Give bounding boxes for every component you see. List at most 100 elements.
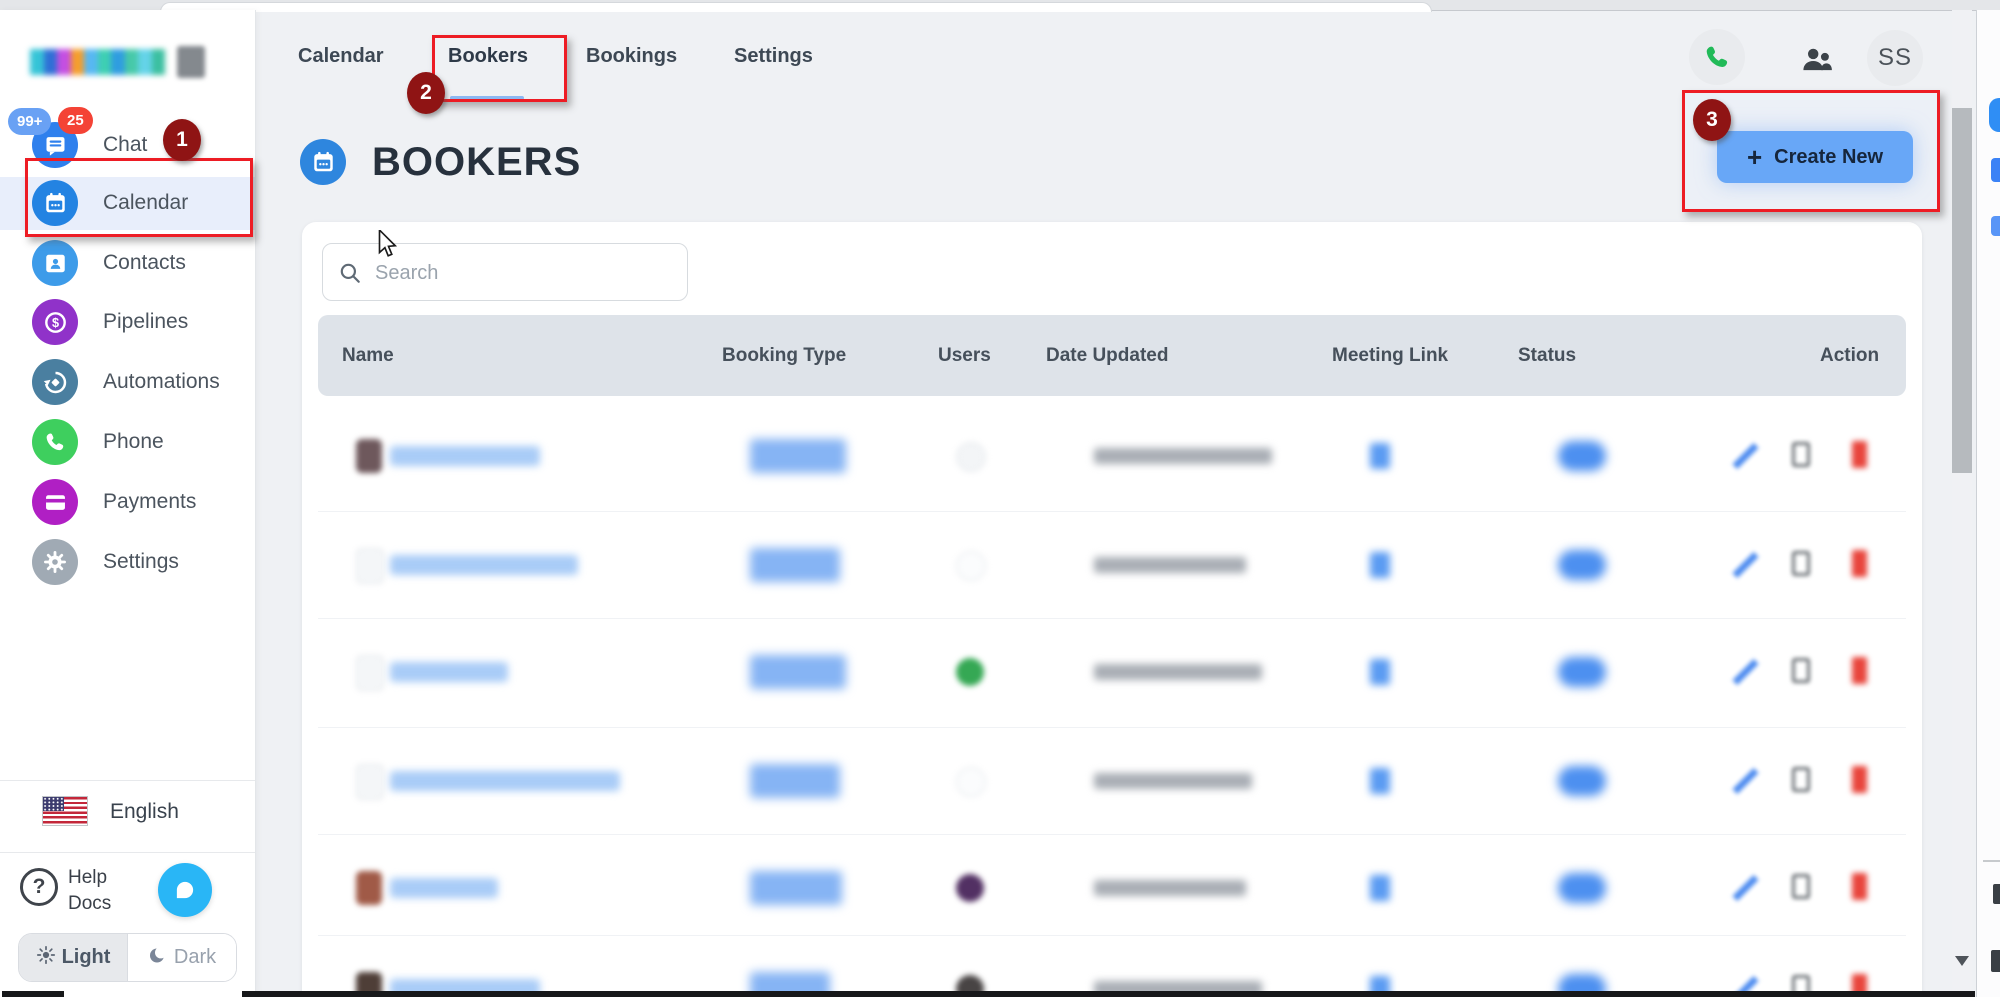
meeting-link-icon[interactable]	[1370, 443, 1390, 469]
sidebar-item-settings[interactable]: Settings	[0, 537, 255, 587]
duplicate-icon[interactable]	[1792, 767, 1810, 792]
dialer-button[interactable]	[1689, 29, 1745, 85]
sidebar-item-label: Phone	[103, 430, 164, 453]
status-toggle[interactable]	[1558, 441, 1606, 471]
meeting-link-icon[interactable]	[1370, 768, 1390, 794]
meeting-link-icon[interactable]	[1370, 552, 1390, 578]
column-header-booking-type: Booking Type	[722, 345, 847, 366]
delete-icon[interactable]	[1852, 441, 1867, 468]
edit-icon[interactable]	[1730, 657, 1760, 687]
tab-calendar[interactable]: Calendar	[298, 42, 384, 70]
duplicate-icon[interactable]	[1792, 551, 1810, 576]
edit-icon[interactable]	[1730, 873, 1760, 903]
users-icon	[1803, 48, 1832, 71]
app-logo-blurred	[30, 44, 205, 80]
chat-widget-bubble[interactable]	[158, 863, 212, 917]
window-edge-divider	[1983, 860, 2000, 862]
table-row	[318, 834, 1906, 942]
sidebar-item-payments[interactable]: Payments	[0, 477, 255, 527]
edit-icon[interactable]	[1730, 550, 1760, 580]
window-edge-fragment	[1991, 158, 2000, 182]
taskbar-edge	[242, 991, 1975, 997]
status-toggle[interactable]	[1558, 657, 1606, 687]
bookers-page-icon	[300, 139, 346, 185]
status-toggle[interactable]	[1558, 766, 1606, 796]
create-new-button[interactable]: + Create New	[1717, 131, 1913, 183]
divider	[0, 780, 255, 781]
sidebar-item-pipelines[interactable]: $ Pipelines	[0, 297, 255, 347]
sidebar-item-automations[interactable]: Automations	[0, 357, 255, 407]
redacted-booking-type	[750, 764, 840, 798]
window-edge-fragment	[1989, 98, 2000, 132]
status-toggle[interactable]	[1558, 873, 1606, 903]
scrollbar-thumb[interactable]	[1952, 108, 1972, 473]
edit-icon[interactable]	[1730, 441, 1760, 471]
delete-icon[interactable]	[1852, 766, 1867, 793]
redacted-name-link[interactable]	[390, 555, 578, 575]
language-selector[interactable]: English	[110, 797, 179, 827]
tab-bookings[interactable]: Bookings	[586, 42, 677, 70]
redacted-date-updated	[1094, 880, 1246, 896]
dollar-icon: $	[32, 299, 78, 345]
redacted-name-link[interactable]	[390, 662, 508, 682]
delete-icon[interactable]	[1852, 873, 1867, 900]
sidebar-item-phone[interactable]: Phone	[0, 417, 255, 467]
user-avatar	[956, 767, 986, 797]
meeting-link-icon[interactable]	[1370, 659, 1390, 685]
contacts-icon	[32, 240, 78, 286]
row-avatar	[356, 764, 384, 800]
phone-icon	[32, 419, 78, 465]
plus-icon: +	[1746, 142, 1763, 172]
redacted-booking-type	[750, 548, 840, 582]
dark-mode-button[interactable]: Dark	[128, 934, 236, 981]
table-row	[318, 935, 1906, 997]
redacted-name-link[interactable]	[390, 771, 620, 791]
duplicate-icon[interactable]	[1792, 874, 1810, 899]
tab-settings[interactable]: Settings	[734, 42, 813, 70]
column-header-meeting-link: Meeting Link	[1332, 345, 1449, 366]
row-avatar	[356, 548, 384, 584]
adjacent-window-edge	[1976, 10, 2000, 997]
create-new-label: Create New	[1774, 145, 1884, 168]
team-button[interactable]	[1789, 31, 1845, 87]
redacted-date-updated	[1094, 448, 1272, 464]
question-glyph: ?	[32, 875, 46, 898]
column-header-users: Users	[938, 345, 991, 366]
column-header-name: Name	[342, 345, 394, 366]
sidebar-item-label: Payments	[103, 490, 197, 513]
delete-icon[interactable]	[1852, 657, 1867, 684]
meeting-link-icon[interactable]	[1370, 875, 1390, 901]
theme-toggle: Light Dark	[18, 933, 237, 982]
profile-avatar[interactable]: SS	[1867, 30, 1923, 86]
mouse-cursor	[378, 230, 398, 257]
edit-pencil-shape	[1732, 874, 1759, 902]
annotation-step-2: 2	[407, 72, 445, 114]
dark-label: Dark	[173, 946, 217, 968]
help-line1: Help	[68, 867, 108, 888]
redacted-name-link[interactable]	[390, 446, 540, 466]
search-input[interactable]	[373, 245, 677, 301]
duplicate-icon[interactable]	[1792, 658, 1810, 683]
redacted-date-updated	[1094, 557, 1246, 573]
edit-icon[interactable]	[1730, 766, 1760, 796]
help-question-icon[interactable]: ?	[20, 868, 58, 906]
annotation-box-calendar	[25, 158, 253, 237]
delete-icon[interactable]	[1852, 550, 1867, 577]
notification-badge: 25	[58, 107, 93, 134]
sidebar-item-contacts[interactable]: Contacts	[0, 238, 255, 288]
taskbar-edge	[2, 991, 64, 997]
help-line2: Docs	[68, 893, 112, 914]
scroll-down-arrow[interactable]	[1955, 956, 1969, 966]
help-docs-link[interactable]: Help Docs	[68, 865, 111, 917]
redacted-name-link[interactable]	[390, 878, 498, 898]
redacted-date-updated	[1094, 664, 1262, 680]
avatar-initials: SS	[1877, 44, 1912, 71]
duplicate-icon[interactable]	[1792, 442, 1810, 467]
annotation-step-3: 3	[1693, 99, 1731, 141]
status-toggle[interactable]	[1558, 550, 1606, 580]
logo-mark-blurred	[177, 46, 205, 78]
divider	[0, 852, 255, 853]
light-mode-button[interactable]: Light	[19, 934, 128, 981]
edit-pencil-shape	[1732, 658, 1759, 686]
window-edge-fragment	[1991, 950, 2000, 972]
